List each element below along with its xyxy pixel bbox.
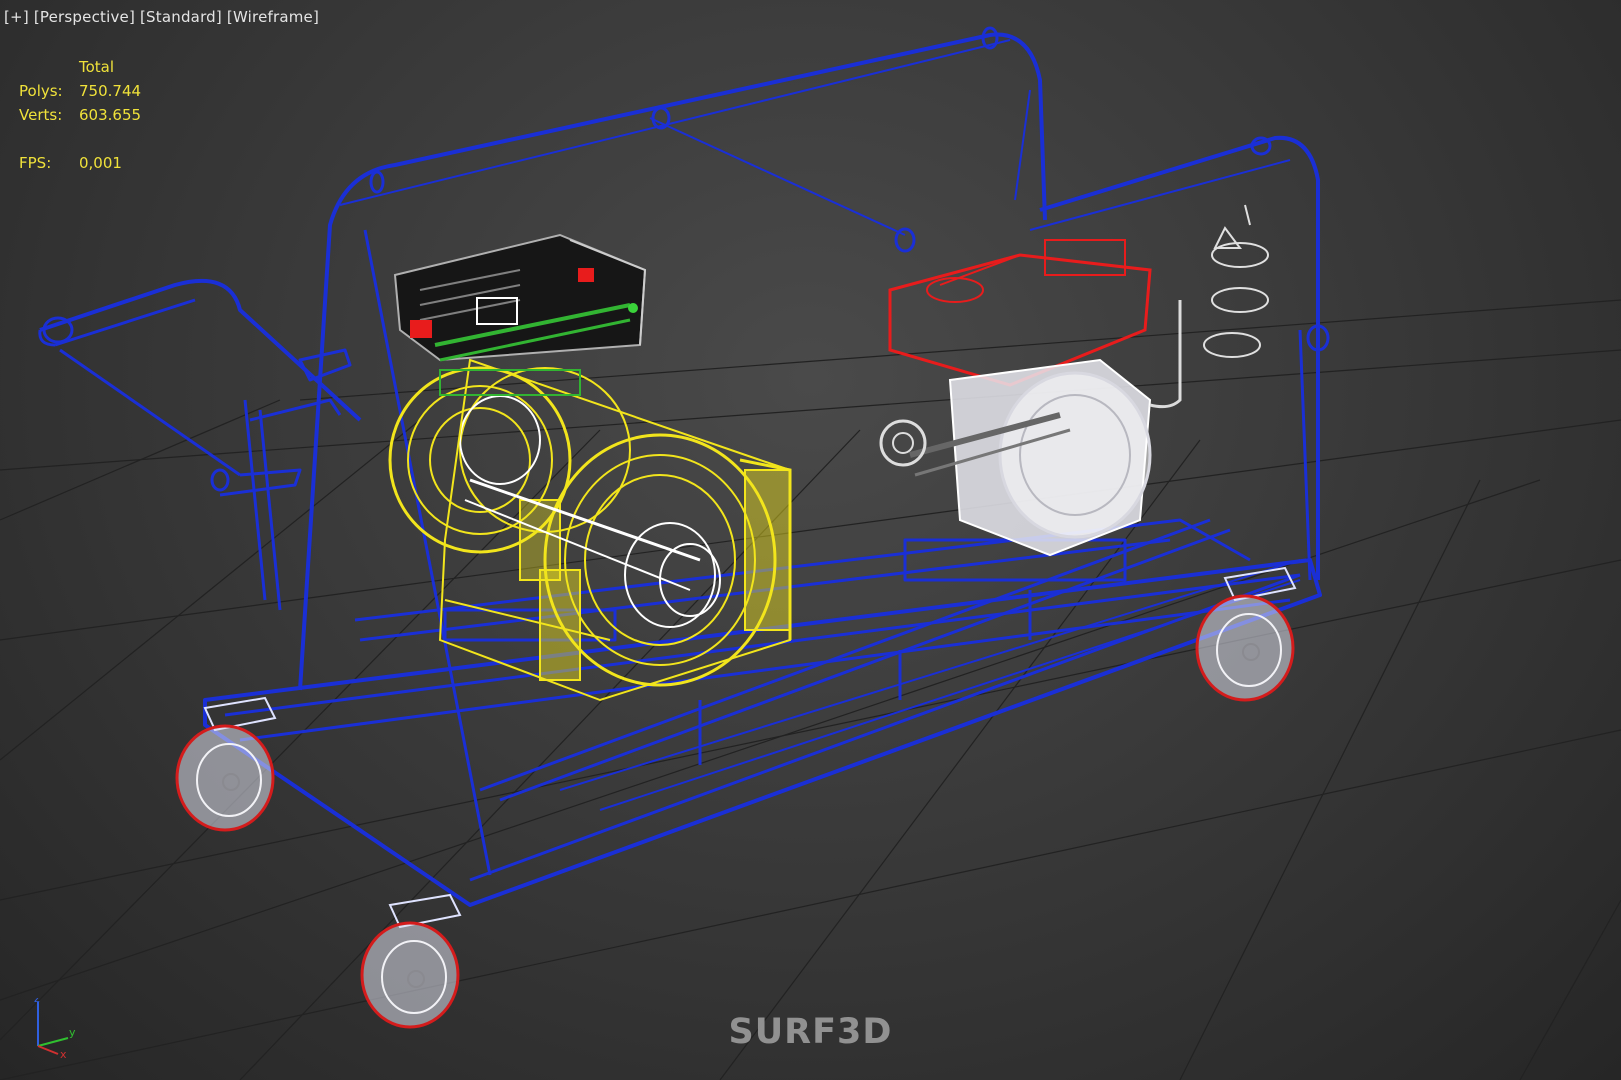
viewport-statistics: Total Polys: 750.744 Verts: 603.655 FPS: 0,…: [19, 55, 141, 175]
wireframe-scene[interactable]: [0, 0, 1621, 1080]
viewport-label-menu[interactable]: [+] [Perspective] [Standard] [Wireframe]: [4, 8, 319, 26]
viewport-render-mode-menu[interactable]: [Wireframe]: [227, 8, 319, 26]
grid-line: [719, 439, 1201, 1080]
axis-z-label: z: [34, 998, 40, 1005]
watermark-logo: SURF3D: [728, 1012, 893, 1052]
stats-total-header: Total: [79, 58, 115, 76]
verts-value: 603.655: [79, 106, 142, 124]
grid-line: [0, 429, 601, 1041]
grid-line: [0, 349, 1621, 471]
polys-label: Polys:: [19, 82, 63, 100]
3d-viewport[interactable]: [+] [Perspective] [Standard] [Wireframe]…: [0, 0, 1621, 1080]
viewport-view-menu[interactable]: [Perspective]: [34, 8, 135, 26]
viewport-plus-menu[interactable]: [+]: [4, 8, 29, 26]
caster-wheel: [360, 893, 462, 1029]
grid-line: [1519, 899, 1621, 1080]
fps-label: FPS:: [19, 154, 52, 172]
grid-line: [0, 419, 1621, 641]
grid-line: [0, 419, 421, 761]
verts-label: Verts:: [19, 106, 63, 124]
viewport-shading-menu[interactable]: [Standard]: [140, 8, 222, 26]
control-box[interactable]: [393, 233, 647, 396]
polys-value: 750.744: [79, 82, 142, 100]
fps-value: 0,001: [79, 154, 122, 172]
caster-wheel: [175, 696, 277, 832]
ground-grid: [0, 299, 1621, 1080]
